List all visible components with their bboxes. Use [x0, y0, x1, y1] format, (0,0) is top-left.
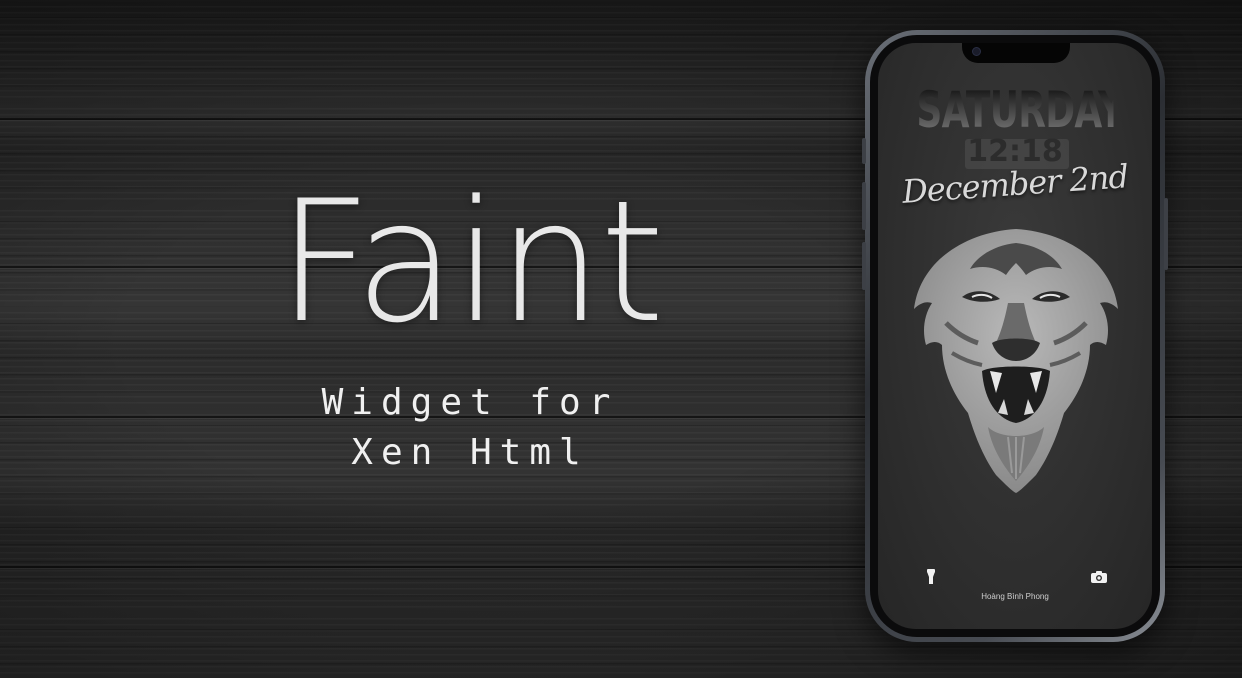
phone-side-button: [862, 138, 866, 164]
widget-day: SATURDAY: [916, 81, 1124, 139]
promo-subtitle-line1: Widget for: [321, 382, 619, 423]
lock-screen: SATURDAY 12:18 December 2nd Hoàng Bình P…: [878, 43, 1152, 629]
promo-subtitle-line2: Xen Html: [351, 432, 589, 473]
camera-icon[interactable]: [1089, 567, 1109, 587]
phone-side-button: [1164, 198, 1168, 270]
phone-notch: [962, 43, 1070, 63]
phone-side-button: [862, 242, 866, 290]
promo-banner: Faint Widget for Xen Html SATURDAY 12:18…: [0, 0, 1242, 678]
phone-side-button: [862, 182, 866, 230]
phone-mockup: SATURDAY 12:18 December 2nd Hoàng Bình P…: [862, 30, 1168, 642]
flashlight-icon[interactable]: [921, 567, 941, 587]
promo-title: Faint: [277, 164, 664, 360]
owner-name: Hoàng Bình Phong: [981, 592, 1049, 601]
lion-wallpaper-image: [914, 229, 1118, 493]
front-camera-icon: [972, 47, 981, 56]
